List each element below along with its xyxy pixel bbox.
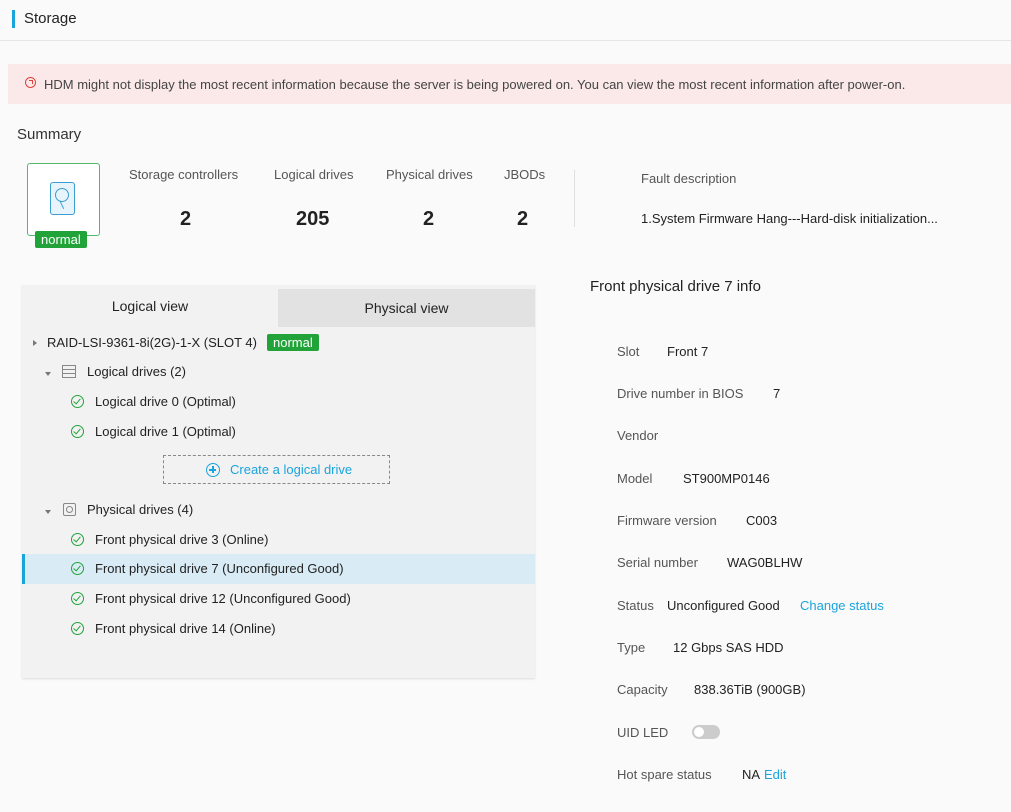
status-value: Unconfigured Good <box>667 598 780 613</box>
bios-number-value: 7 <box>773 386 781 401</box>
summary-title: Summary <box>17 126 82 143</box>
hot-spare-label: Hot spare status <box>617 767 712 782</box>
storage-status-card <box>27 163 100 236</box>
change-status-link[interactable]: Change status <box>800 598 884 613</box>
stat-label-jbods: JBODs <box>504 167 546 182</box>
summary-divider <box>574 170 575 227</box>
model-label: Model <box>617 471 653 486</box>
slot-label: Slot <box>617 344 640 359</box>
stat-value-controllers: 2 <box>180 208 192 230</box>
collapse-caret-icon[interactable] <box>33 340 37 346</box>
slot-value: Front 7 <box>667 344 709 359</box>
hard-disk-icon <box>50 182 75 215</box>
physical-drive-item[interactable]: Front physical drive 3 (Online) <box>95 532 268 547</box>
good-check-icon <box>71 562 84 575</box>
page-title: Storage <box>24 10 77 27</box>
physical-drive-item-selected[interactable]: Front physical drive 7 (Unconfigured Goo… <box>95 561 344 576</box>
type-value: 12 Gbps SAS HDD <box>673 640 784 655</box>
controller-node[interactable]: RAID-LSI-9361-8i(2G)-1-X (SLOT 4) <box>47 335 257 350</box>
status-badge: normal <box>35 231 87 248</box>
power-on-alert: HDM might not display the most recent in… <box>8 64 1011 104</box>
vendor-label: Vendor <box>617 428 659 443</box>
uid-led-toggle[interactable] <box>692 725 720 739</box>
model-value: ST900MP0146 <box>683 471 770 486</box>
page-header: Storage <box>0 0 1011 41</box>
selected-row-highlight[interactable]: Front physical drive 7 (Unconfigured Goo… <box>22 554 535 584</box>
tab-physical-view[interactable]: Physical view <box>278 289 535 327</box>
serial-value: WAG0BLHW <box>727 555 803 570</box>
expand-caret-icon[interactable] <box>45 372 51 376</box>
warning-refresh-icon <box>25 77 36 88</box>
uid-led-label: UID LED <box>617 725 669 740</box>
bios-number-label: Drive number in BIOS <box>617 386 744 401</box>
add-circle-icon <box>206 463 220 477</box>
title-accent-bar <box>12 10 15 28</box>
drive-info-title: Front physical drive 7 info <box>590 278 761 295</box>
stat-label-logical: Logical drives <box>274 167 354 182</box>
fault-description-label: Fault description <box>641 171 737 186</box>
firmware-value: C003 <box>746 513 778 528</box>
firmware-label: Firmware version <box>617 513 717 528</box>
type-label: Type <box>617 640 646 655</box>
fault-description-text[interactable]: 1.System Firmware Hang---Hard-disk initi… <box>641 211 938 226</box>
tab-logical-view[interactable]: Logical view <box>22 285 278 327</box>
hot-spare-edit-link[interactable]: Edit <box>764 767 786 782</box>
controller-status-badge: normal <box>267 334 319 351</box>
stat-value-jbods: 2 <box>517 208 529 230</box>
optimal-check-icon <box>71 425 84 438</box>
optimal-check-icon <box>71 395 84 408</box>
physical-drive-item[interactable]: Front physical drive 12 (Unconfigured Go… <box>95 591 351 606</box>
create-logical-drive-button[interactable]: Create a logical drive <box>163 455 390 484</box>
logical-drive-item[interactable]: Logical drive 1 (Optimal) <box>95 424 236 439</box>
hot-spare-value: NA <box>742 767 761 782</box>
expand-caret-icon[interactable] <box>45 510 51 514</box>
capacity-label: Capacity <box>617 682 668 697</box>
physical-drive-item[interactable]: Front physical drive 14 (Online) <box>95 621 276 636</box>
logical-drive-item[interactable]: Logical drive 0 (Optimal) <box>95 394 236 409</box>
storage-tree-panel: Physical view Logical view RAID-LSI-9361… <box>22 285 535 678</box>
online-check-icon <box>71 533 84 546</box>
stat-label-controllers: Storage controllers <box>129 167 239 182</box>
logical-drives-icon <box>62 365 76 378</box>
alert-message: HDM might not display the most recent in… <box>44 77 906 92</box>
selected-indicator <box>22 554 25 584</box>
logical-drives-group[interactable]: Logical drives (2) <box>87 364 186 379</box>
serial-label: Serial number <box>617 555 698 570</box>
status-label: Status <box>617 598 654 613</box>
online-check-icon <box>71 622 84 635</box>
stat-value-physical: 2 <box>423 208 435 230</box>
physical-drives-group[interactable]: Physical drives (4) <box>87 502 193 517</box>
stat-value-logical: 205 <box>296 208 330 230</box>
capacity-value: 838.36TiB (900GB) <box>694 682 806 697</box>
physical-drives-icon <box>63 503 76 516</box>
create-logical-drive-label: Create a logical drive <box>230 462 353 477</box>
good-check-icon <box>71 592 84 605</box>
stat-label-physical: Physical drives <box>386 167 473 182</box>
